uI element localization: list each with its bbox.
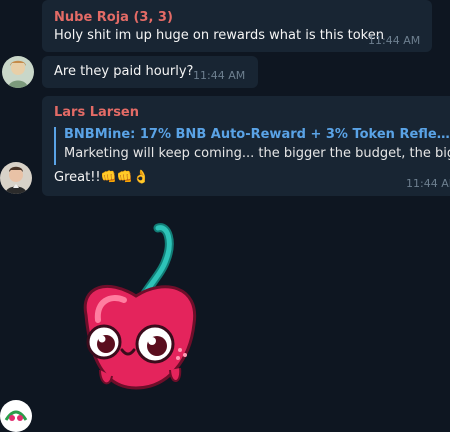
cherry-sticker-image <box>83 223 197 390</box>
message-text: Holy shit im up huge on rewards what is … <box>54 28 384 43</box>
avatar[interactable] <box>2 56 34 88</box>
message-time: 11:44 AM <box>368 34 421 47</box>
reply-title: BNBMine: 17% BNB Auto-Reward + 3% Token … <box>64 127 450 142</box>
message-time: 11:44 AM <box>193 69 246 82</box>
cherry-sticker[interactable] <box>70 220 205 402</box>
reply-text: Marketing will keep coming... the bigger… <box>64 146 450 161</box>
message-bubble-1[interactable]: Nube Roja (3, 3) Holy shit im up huge on… <box>42 0 432 52</box>
message-text: Great!!👊👊👌 <box>54 170 149 185</box>
message-bubble-3[interactable]: Lars Larsen BNBMine: 17% BNB Auto-Reward… <box>42 96 450 196</box>
emoji-group: 👊👊👌 <box>100 170 150 185</box>
message-bubble-2[interactable]: Are they paid hourly? 11:44 AM <box>42 56 258 88</box>
avatar[interactable] <box>0 162 32 194</box>
sender-name[interactable]: Nube Roja (3, 3) <box>54 10 173 25</box>
avatar[interactable] <box>0 400 32 432</box>
sender-name[interactable]: Lars Larsen <box>54 105 139 120</box>
message-text: Are they paid hourly? <box>54 64 194 79</box>
message-time: 11:44 AM <box>406 177 450 190</box>
message-text-content: Great!! <box>54 170 101 185</box>
reply-quote[interactable]: BNBMine: 17% BNB Auto-Reward + 3% Token … <box>54 127 450 165</box>
